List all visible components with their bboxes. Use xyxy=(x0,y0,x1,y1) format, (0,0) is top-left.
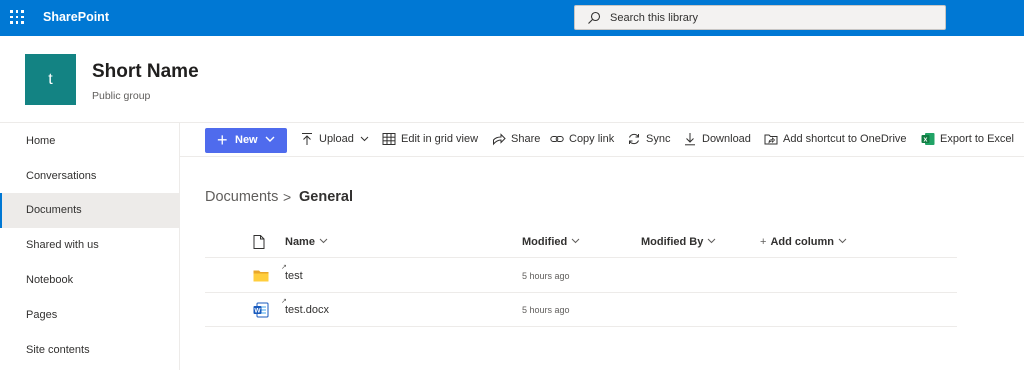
item-modified: 5 hours ago xyxy=(522,271,570,281)
shortcut-folder-icon xyxy=(764,134,778,145)
add-shortcut-label: Add shortcut to OneDrive xyxy=(783,133,907,145)
command-bar: + New Upload Edit in grid view Share Cop… xyxy=(180,123,1024,157)
column-header-name[interactable]: Name xyxy=(285,236,328,248)
site-logo[interactable]: t xyxy=(25,54,76,105)
plus-icon: + xyxy=(217,130,228,150)
column-modified-label: Modified xyxy=(522,236,568,248)
word-doc-icon: W xyxy=(253,302,269,318)
chevron-down-icon xyxy=(319,238,328,244)
breadcrumb-current: General xyxy=(299,189,353,205)
app-launcher-icon[interactable] xyxy=(10,10,24,24)
add-column-button[interactable]: + Add column xyxy=(760,236,847,248)
grid-icon xyxy=(382,133,396,145)
item-name[interactable]: test xyxy=(285,270,303,282)
sync-icon xyxy=(629,133,639,145)
copy-link-label: Copy link xyxy=(569,133,615,145)
export-to-excel-label: Export to Excel xyxy=(940,133,1014,145)
sync-label: Sync xyxy=(646,133,671,145)
chevron-down-icon xyxy=(360,136,369,142)
copy-link-button[interactable]: Copy link xyxy=(550,130,618,150)
edit-grid-view-label: Edit in grid view xyxy=(401,133,479,145)
add-column-label: Add column xyxy=(770,236,834,248)
suite-bar: SharePoint Search this library xyxy=(0,0,1024,36)
nav-item-site-contents[interactable]: Site contents xyxy=(0,333,179,368)
add-shortcut-button[interactable]: Add shortcut to OneDrive xyxy=(764,130,914,150)
search-icon xyxy=(588,11,601,24)
upload-button[interactable]: Upload xyxy=(300,130,370,150)
breadcrumb-documents[interactable]: Documents xyxy=(205,189,278,205)
upload-icon xyxy=(302,133,312,145)
excel-icon: x xyxy=(921,133,935,145)
app-name[interactable]: SharePoint xyxy=(43,10,109,24)
column-name-label: Name xyxy=(285,236,315,248)
edit-grid-view-button[interactable]: Edit in grid view xyxy=(382,130,484,150)
nav-item-documents[interactable]: Documents xyxy=(0,193,179,228)
site-title[interactable]: Short Name xyxy=(92,61,199,83)
link-icon xyxy=(550,136,564,142)
nav-item-notebook[interactable]: Notebook xyxy=(0,263,179,298)
share-button[interactable]: Share xyxy=(492,130,542,150)
item-name[interactable]: test.docx xyxy=(285,304,329,316)
column-header-modified-by[interactable]: Modified By xyxy=(641,236,716,248)
list-header: Name Modified Modified By + Add column xyxy=(205,228,957,258)
list-row[interactable]: ↗ test 5 hours ago xyxy=(205,259,957,293)
folder-icon xyxy=(253,270,269,282)
nav-item-shared-with-us[interactable]: Shared with us xyxy=(0,228,179,263)
share-label: Share xyxy=(511,133,541,145)
new-button[interactable]: + New xyxy=(205,128,287,153)
file-type-icon[interactable] xyxy=(253,235,265,249)
share-icon xyxy=(493,133,506,146)
chevron-down-icon xyxy=(571,238,580,244)
export-to-excel-button[interactable]: x Export to Excel xyxy=(921,130,1017,150)
search-box[interactable]: Search this library xyxy=(574,5,946,30)
sync-button[interactable]: Sync xyxy=(627,130,673,150)
chevron-down-icon xyxy=(707,238,716,244)
item-modified: 5 hours ago xyxy=(522,305,570,315)
download-icon xyxy=(685,133,695,146)
breadcrumb-separator: > xyxy=(283,189,292,205)
download-label: Download xyxy=(702,133,751,145)
nav-item-home[interactable]: Home xyxy=(0,124,179,159)
site-subtitle: Public group xyxy=(92,90,151,102)
list-row[interactable]: W ↗ test.docx 5 hours ago xyxy=(205,293,957,327)
new-label: New xyxy=(235,134,258,146)
download-button[interactable]: Download xyxy=(683,130,755,150)
left-navigation: Home Conversations Documents Shared with… xyxy=(0,123,180,370)
column-modified-by-label: Modified By xyxy=(641,236,704,248)
nav-item-pages[interactable]: Pages xyxy=(0,298,179,333)
chevron-down-icon xyxy=(265,136,275,142)
column-header-modified[interactable]: Modified xyxy=(522,236,580,248)
chevron-down-icon xyxy=(838,238,847,244)
nav-item-conversations[interactable]: Conversations xyxy=(0,159,179,194)
upload-label: Upload xyxy=(319,133,354,145)
search-placeholder: Search this library xyxy=(610,12,699,24)
plus-icon: + xyxy=(760,236,767,248)
svg-text:x: x xyxy=(924,137,928,144)
svg-text:W: W xyxy=(254,308,261,315)
